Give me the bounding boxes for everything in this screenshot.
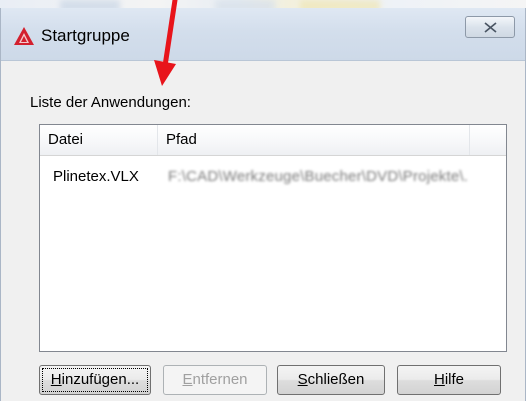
list-header: Datei Pfad <box>40 125 506 156</box>
help-button-label: ilfe <box>444 371 465 388</box>
help-button-mnemonic: H <box>433 371 445 388</box>
application-list-label: Liste der Anwendungen: <box>30 94 191 111</box>
column-header-path[interactable]: Pfad <box>158 125 470 155</box>
title-bar: Startgruppe <box>1 8 525 61</box>
list-item-file: Plinetex.VLX <box>53 168 139 185</box>
window-title: Startgruppe <box>41 26 130 45</box>
add-button-mnemonic: H <box>50 371 62 388</box>
close-icon <box>484 22 497 33</box>
add-button[interactable]: Hinzufügen... <box>39 365 151 395</box>
remove-button-mnemonic: E <box>182 371 193 388</box>
autocad-logo-icon <box>14 27 34 45</box>
list-item[interactable]: Plinetex.VLX F:\CAD\Werkzeuge\Buecher\DV… <box>40 165 506 189</box>
application-list[interactable]: Datei Pfad Plinetex.VLX F:\CAD\Werkzeuge… <box>39 124 507 352</box>
close-button-mnemonic: S <box>297 371 308 388</box>
remove-button[interactable]: Entfernen <box>163 365 267 395</box>
remove-button-label: ntfernen <box>192 371 248 388</box>
add-button-label: inzufügen... <box>61 371 140 388</box>
close-button-label: chließen <box>307 371 365 388</box>
list-item-path: F:\CAD\Werkzeuge\Buecher\DVD\Projekte\..… <box>168 168 468 185</box>
startgruppe-dialog: Startgruppe Liste der Anwendungen: Datei… <box>0 8 526 401</box>
help-button[interactable]: Hilfe <box>397 365 501 395</box>
close-window-button[interactable] <box>465 16 515 38</box>
close-button[interactable]: Schließen <box>277 365 385 395</box>
annotation-arrow-icon <box>154 0 178 86</box>
column-header-file[interactable]: Datei <box>40 125 158 155</box>
